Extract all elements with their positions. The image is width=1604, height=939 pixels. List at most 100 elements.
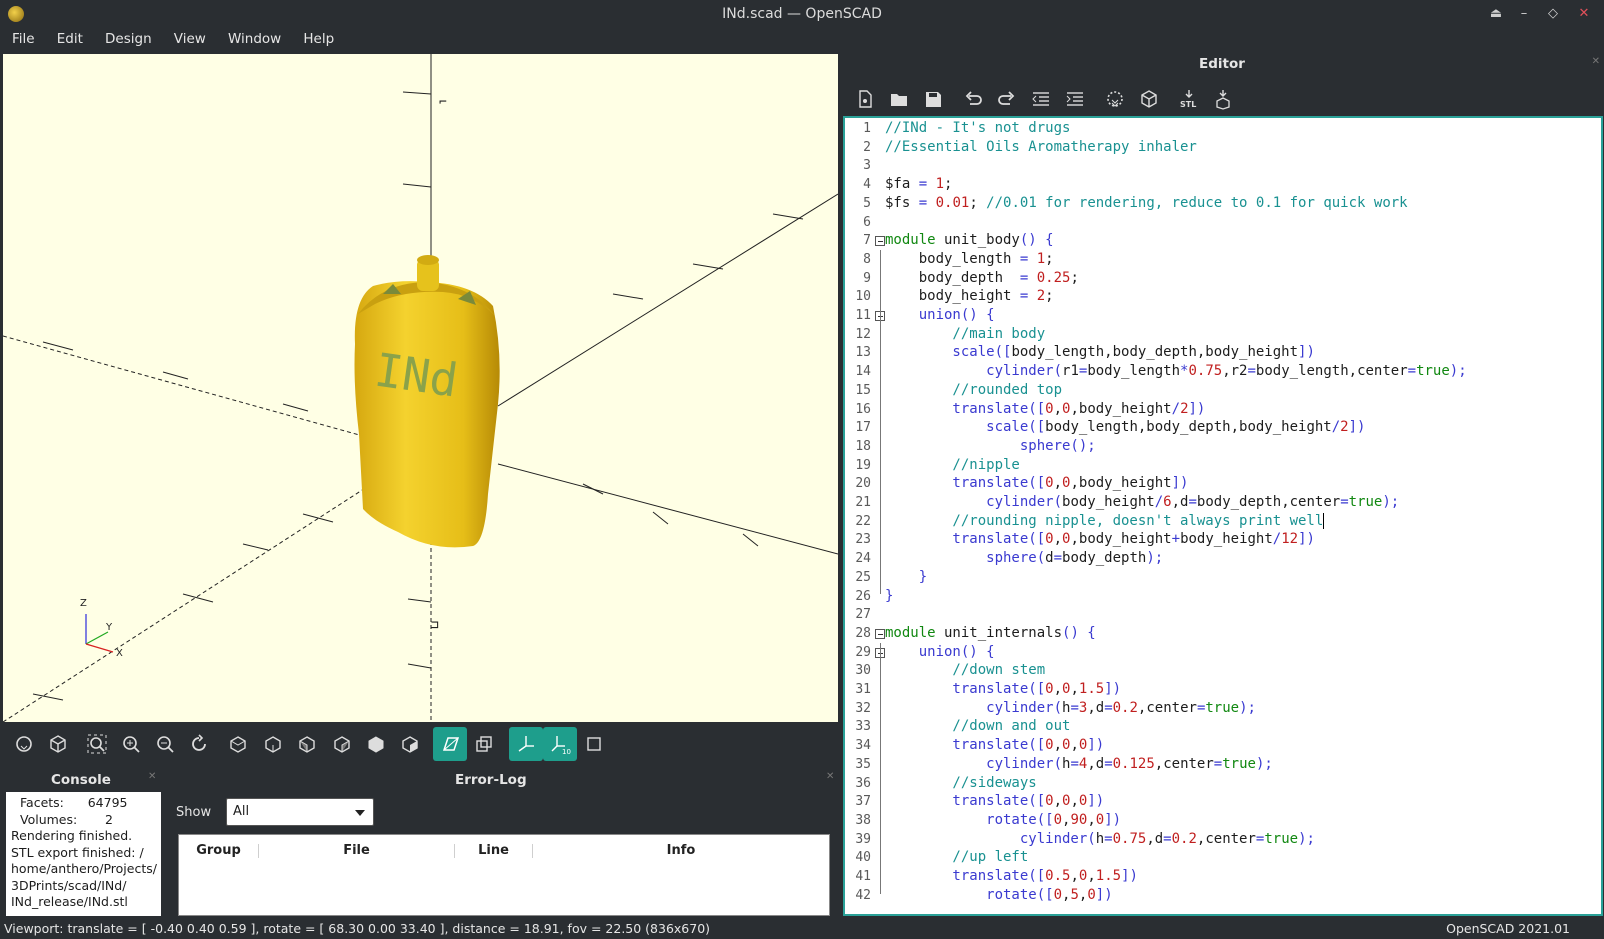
code-token: 0 xyxy=(1045,475,1054,492)
editor-render-button[interactable] xyxy=(1134,84,1164,114)
status-bar: Viewport: translate = [ -0.40 0.40 0.59 … xyxy=(0,918,1604,939)
code-token: = xyxy=(918,176,928,193)
send-to-printer-button[interactable] xyxy=(1208,84,1238,114)
column-info[interactable]: Info xyxy=(533,844,829,858)
line-number: 4 xyxy=(863,177,871,193)
z-tick-label: ⌐ xyxy=(439,95,447,110)
code-token: r1 xyxy=(1062,363,1079,380)
code-token: , xyxy=(1053,681,1063,697)
zoom-in-button[interactable] xyxy=(114,727,148,761)
code-token: $fs xyxy=(885,194,919,211)
code-token: = xyxy=(1213,755,1223,772)
render-button[interactable] xyxy=(41,727,75,761)
code-text: $fa = 1; xyxy=(885,175,952,194)
view-front-button[interactable] xyxy=(359,727,393,761)
code-token: translate([ xyxy=(885,737,1046,754)
show-scale-markers-button[interactable]: 10 xyxy=(543,727,577,761)
maximize-icon[interactable]: ◇ xyxy=(1543,4,1563,24)
viewport-status: Viewport: translate = [ -0.40 0.40 0.59 … xyxy=(4,921,711,936)
axes-icon xyxy=(518,736,534,752)
code-token: //rounding nipple, doesn't always print … xyxy=(885,512,1324,529)
export-stl-button[interactable]: STL xyxy=(1174,84,1204,114)
error-log-panel: Error-Log ✕ Show All Group File Line Inf… xyxy=(168,768,838,916)
column-file[interactable]: File xyxy=(259,844,455,858)
menu-view[interactable]: View xyxy=(163,28,213,47)
fold-marker-icon[interactable] xyxy=(875,236,885,247)
show-edges-button[interactable] xyxy=(577,727,611,761)
code-line: 11 union() { xyxy=(845,306,1601,325)
error-log-table[interactable]: Group File Line Info xyxy=(178,834,830,916)
code-token: 0 xyxy=(1045,793,1054,810)
code-token: ; xyxy=(1070,269,1079,286)
keep-above-icon[interactable]: ⏏ xyxy=(1486,4,1506,24)
code-line: 16 translate([0,0,body_height/2]) xyxy=(845,400,1601,419)
line-number: 8 xyxy=(863,251,871,267)
undo-button[interactable] xyxy=(958,84,988,114)
code-token: 0.2 xyxy=(1171,830,1197,847)
perspective-button[interactable] xyxy=(433,727,467,761)
orthogonal-button[interactable] xyxy=(467,727,501,761)
view-top-button[interactable] xyxy=(221,727,255,761)
zoom-all-icon xyxy=(87,734,107,754)
indent-button[interactable] xyxy=(1060,84,1090,114)
view-bottom-button[interactable] xyxy=(256,727,290,761)
view-right-button[interactable] xyxy=(325,727,359,761)
code-editor[interactable]: 1 //INd - It's not drugs 2 //Essential Oils… xyxy=(843,116,1603,916)
code-text: union() { xyxy=(885,306,995,325)
console-output[interactable]: Facets: 64795 Volumes: 2 Rendering finis… xyxy=(6,792,161,916)
console-close-icon[interactable]: ✕ xyxy=(148,771,156,782)
code-token: ]) xyxy=(1298,531,1315,548)
menu-window[interactable]: Window xyxy=(217,28,288,47)
menu-help[interactable]: Help xyxy=(292,28,341,47)
menu-edit[interactable]: Edit xyxy=(46,28,90,47)
code-token: cylinder( xyxy=(885,494,1063,510)
code-token: = xyxy=(1104,699,1113,716)
code-text: union() { xyxy=(885,643,995,662)
menu-design[interactable]: Design xyxy=(94,28,159,47)
redo-button[interactable] xyxy=(992,84,1022,114)
code-token: translate([ xyxy=(885,681,1046,697)
3d-viewport[interactable]: ⌐ ⊐ INd Z Y X xyxy=(3,54,838,722)
view-all-button[interactable] xyxy=(80,727,114,761)
line-number: 38 xyxy=(855,812,871,828)
code-text: //down and out xyxy=(885,717,1070,736)
unindent-button[interactable] xyxy=(1026,84,1056,114)
show-axes-button[interactable] xyxy=(509,727,543,761)
save-button[interactable] xyxy=(918,84,948,114)
code-line: 14 cylinder(r1=body_length*0.75,r2=body_… xyxy=(845,362,1601,381)
code-text: translate([0,0,1.5]) xyxy=(885,680,1121,699)
menu-file[interactable]: File xyxy=(0,28,42,47)
code-token: = xyxy=(1407,363,1417,380)
line-number: 32 xyxy=(855,700,871,716)
view-back-icon xyxy=(402,736,418,753)
code-token: 0 xyxy=(1095,811,1105,828)
editor-close-icon[interactable]: ✕ xyxy=(1592,56,1600,67)
preview-button[interactable] xyxy=(7,727,41,761)
open-file-button[interactable] xyxy=(884,84,914,114)
zoom-out-button[interactable] xyxy=(148,727,182,761)
error-log-close-icon[interactable]: ✕ xyxy=(826,771,834,782)
code-token: cylinder( xyxy=(885,830,1096,847)
code-line: 6 xyxy=(845,213,1601,232)
code-token: 0.01 xyxy=(927,194,970,211)
view-left-button[interactable] xyxy=(290,727,324,761)
minimize-icon[interactable]: – xyxy=(1514,4,1534,24)
show-filter-select[interactable]: All xyxy=(226,798,374,826)
code-token: ]) xyxy=(1348,419,1366,436)
fold-marker-icon[interactable] xyxy=(875,628,885,639)
reset-view-button[interactable] xyxy=(182,727,216,761)
code-token: + xyxy=(1171,531,1181,548)
column-group[interactable]: Group xyxy=(179,844,259,858)
new-file-button[interactable] xyxy=(850,84,880,114)
code-text: scale([body_length,body_depth,body_heigh… xyxy=(885,418,1365,437)
code-token: ]) xyxy=(1298,344,1315,361)
close-icon[interactable]: ✕ xyxy=(1574,4,1594,24)
svg-text:X: X xyxy=(116,648,123,659)
view-back-button[interactable] xyxy=(393,727,427,761)
code-token: , xyxy=(1070,793,1079,810)
editor-preview-button[interactable] xyxy=(1100,84,1130,114)
error-log-header: Group File Line Info xyxy=(179,835,829,867)
column-line[interactable]: Line xyxy=(455,844,533,858)
code-token: , xyxy=(1053,737,1063,754)
orthogonal-icon xyxy=(476,736,492,752)
